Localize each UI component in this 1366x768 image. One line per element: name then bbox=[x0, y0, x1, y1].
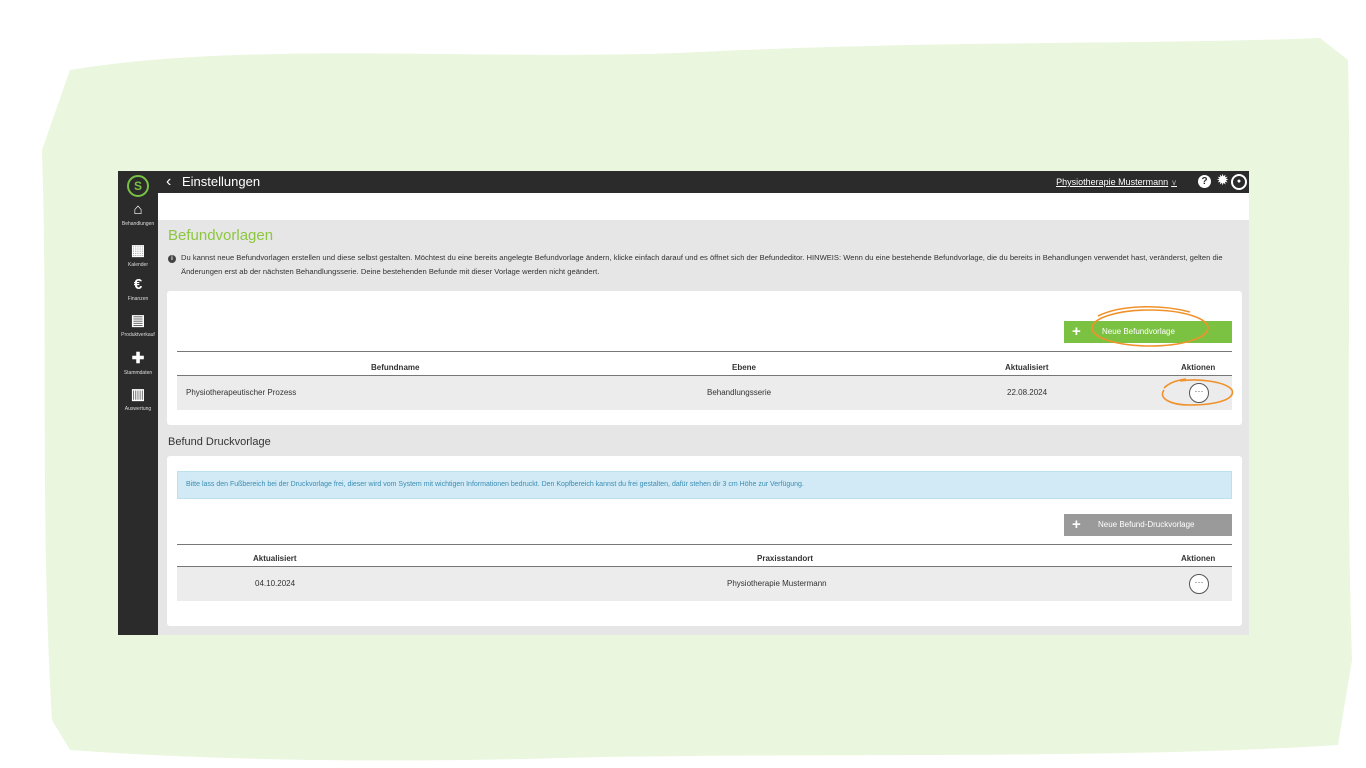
cell-praxisstandort: Physiotherapie Mustermann bbox=[727, 579, 827, 588]
chart-icon: ▥ bbox=[130, 386, 146, 403]
button-label: Neue Befund-Druckvorlage bbox=[1098, 520, 1195, 529]
sidebar-item-auswertung[interactable]: ▥ Auswertung bbox=[118, 387, 158, 413]
info-alert: Bitte lass den Fußbereich bei der Druckv… bbox=[177, 471, 1232, 499]
new-druckvorlage-button[interactable]: + Neue Befund-Druckvorlage bbox=[1064, 514, 1232, 536]
section-title-befundvorlagen: Befundvorlagen bbox=[168, 227, 274, 244]
gear-icon[interactable]: ✹ bbox=[1216, 173, 1229, 189]
table-header-rule bbox=[177, 544, 1232, 545]
euro-icon: € bbox=[133, 276, 143, 293]
practice-selector[interactable]: Physiotherapie Mustermann ∨ bbox=[1056, 176, 1177, 189]
sub-bar bbox=[158, 193, 1249, 220]
document-icon: ▤ bbox=[130, 312, 146, 329]
back-chevron-icon[interactable]: ‹ bbox=[166, 173, 171, 191]
befundvorlagen-panel: + Neue Befundvorlage Befundname Ebene Ak… bbox=[167, 291, 1242, 425]
sidebar-item-behandlungen[interactable]: ⌂ Behandlungen bbox=[118, 202, 158, 228]
column-header: Aktualisiert bbox=[1005, 363, 1049, 372]
sidebar-item-label: Produktverkauf bbox=[121, 332, 155, 338]
info-text: i Du kannst neue Befundvorlagen erstelle… bbox=[168, 251, 1244, 276]
table-row[interactable]: Physiotherapeutischer Prozess Behandlung… bbox=[177, 376, 1232, 410]
app-window: S ⌂ Behandlungen ▦ Kalender € Finanzen ▤… bbox=[118, 171, 1249, 635]
puzzle-icon: ✚ bbox=[131, 350, 145, 367]
table-header-rule bbox=[177, 351, 1232, 352]
new-befundvorlage-button[interactable]: + Neue Befundvorlage bbox=[1064, 321, 1232, 343]
sidebar-item-label: Auswertung bbox=[124, 406, 152, 412]
user-icon[interactable]: ● bbox=[1231, 174, 1247, 190]
druckvorlage-panel: Bitte lass den Fußbereich bei der Druckv… bbox=[167, 456, 1242, 626]
more-actions-icon[interactable]: ··· bbox=[1189, 383, 1209, 403]
top-bar: ‹ Einstellungen Physiotherapie Musterman… bbox=[158, 171, 1249, 193]
chevron-down-icon: ∨ bbox=[1171, 178, 1177, 187]
column-header: Ebene bbox=[732, 363, 757, 372]
sidebar-item-label: Behandlungen bbox=[121, 221, 155, 227]
page-title: Einstellungen bbox=[182, 174, 261, 189]
sidebar-item-finanzen[interactable]: € Finanzen bbox=[118, 277, 158, 303]
sidebar-item-label: Finanzen bbox=[127, 296, 149, 302]
calendar-icon: ▦ bbox=[130, 242, 146, 259]
sidebar-item-produktverkauf[interactable]: ▤ Produktverkauf bbox=[118, 313, 158, 339]
sidebar: S ⌂ Behandlungen ▦ Kalender € Finanzen ▤… bbox=[118, 171, 158, 635]
sidebar-item-label: Kalender bbox=[127, 262, 148, 268]
plus-icon: + bbox=[1072, 323, 1081, 340]
section-title-druckvorlage: Befund Druckvorlage bbox=[168, 436, 271, 448]
column-header: Befundname bbox=[371, 363, 420, 372]
sidebar-item-label: Stammdaten bbox=[123, 370, 153, 376]
table-row[interactable]: 04.10.2024 Physiotherapie Mustermann ··· bbox=[177, 567, 1232, 601]
logo[interactable]: S bbox=[127, 175, 149, 197]
cell-ebene: Behandlungsserie bbox=[707, 388, 772, 397]
button-label: Neue Befundvorlage bbox=[1102, 327, 1175, 336]
column-header: Aktualisiert bbox=[253, 554, 297, 563]
home-icon: ⌂ bbox=[133, 201, 143, 218]
column-header: Praxisstandort bbox=[757, 554, 814, 563]
help-icon[interactable]: ? bbox=[1198, 175, 1211, 188]
info-icon: i bbox=[168, 255, 176, 263]
cell-aktualisiert: 22.08.2024 bbox=[1007, 388, 1048, 397]
sidebar-item-stammdaten[interactable]: ✚ Stammdaten bbox=[118, 351, 158, 377]
column-header: Aktionen bbox=[1181, 554, 1216, 563]
sidebar-item-kalender[interactable]: ▦ Kalender bbox=[118, 243, 158, 269]
cell-aktualisiert: 04.10.2024 bbox=[255, 579, 296, 588]
cell-befundname[interactable]: Physiotherapeutischer Prozess bbox=[186, 388, 296, 398]
info-paragraph: Du kannst neue Befundvorlagen erstellen … bbox=[181, 253, 1223, 276]
plus-icon: + bbox=[1072, 516, 1081, 533]
practice-name: Physiotherapie Mustermann bbox=[1056, 177, 1169, 187]
more-actions-icon[interactable]: ··· bbox=[1189, 574, 1209, 594]
column-header: Aktionen bbox=[1181, 363, 1216, 372]
